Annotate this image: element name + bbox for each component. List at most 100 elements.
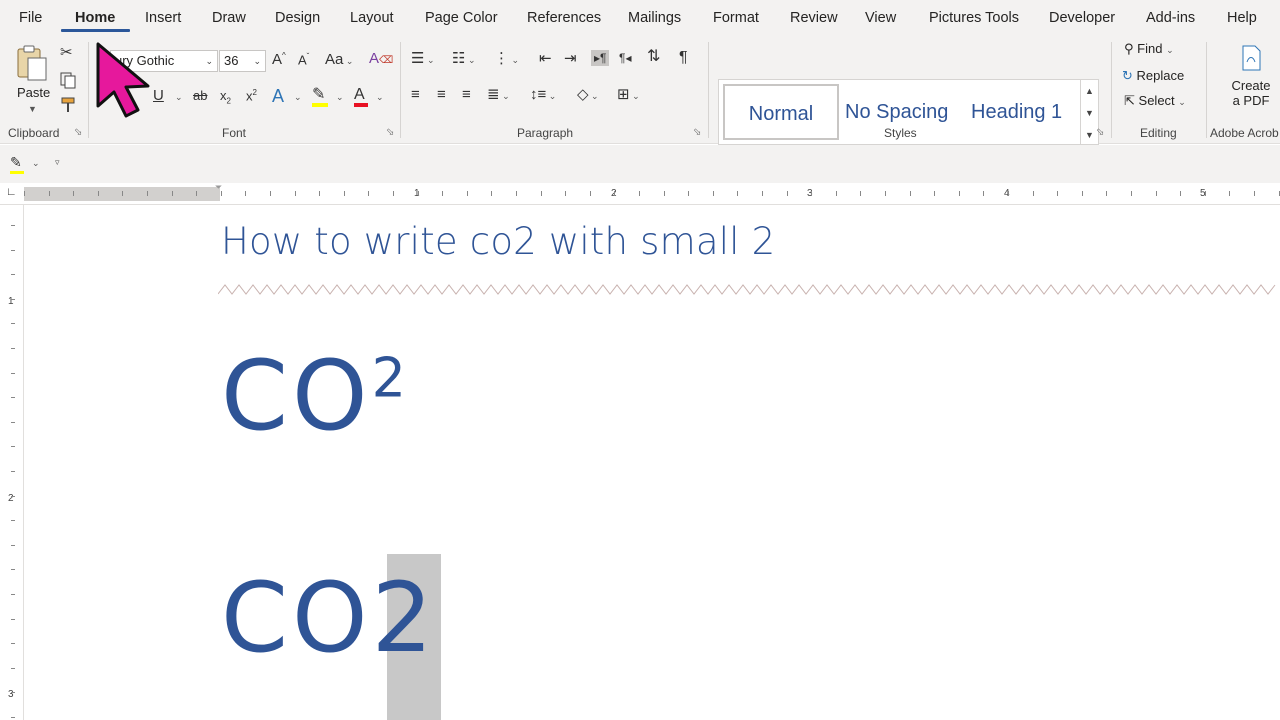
style-heading-1[interactable]: Heading 1 [971,84,1081,140]
superscript-icon[interactable]: x2 [246,89,257,103]
co2-plain-line[interactable]: CO2 [221,570,437,666]
ruler-tick [295,191,296,196]
ruler-tick [860,191,861,196]
co2-superscript-line[interactable]: CO2 [221,348,406,444]
increase-indent-icon[interactable]: ⇥ [564,51,577,66]
show-formatting-icon[interactable]: ¶ [679,50,688,66]
vertical-ruler: 1 2 3 [0,205,24,720]
ruler-tick [541,191,542,196]
ruler-number: 2 [8,493,14,504]
font-size-combo[interactable]: 36 ⌄ [219,50,266,72]
divider [1111,42,1112,138]
chevron-down-icon[interactable]: ⌄ [376,93,384,102]
tab-design[interactable]: Design [275,10,320,26]
style-normal[interactable]: Normal [723,84,839,140]
dialog-launcher-icon[interactable]: ⬂ [74,127,82,138]
copy-icon[interactable] [59,71,77,89]
chevron-down-icon[interactable]: ⌄ [336,93,344,102]
pdf-icon [1242,45,1261,71]
ruler-tick [11,397,15,398]
ruler-tick [934,191,935,196]
cut-icon[interactable]: ✂ [60,45,73,60]
ruler-tick [664,191,665,196]
shading-icon[interactable]: ◇ ⌄ [577,87,599,102]
tab-references[interactable]: References [527,10,601,26]
chevron-down-icon[interactable]: ⌄ [32,159,40,168]
ruler-tick [11,373,15,374]
tab-view[interactable]: View [865,10,896,26]
ruler-tick [270,191,271,196]
paste-button[interactable]: Paste ▼ [12,42,52,114]
tab-file[interactable]: File [19,10,42,26]
align-right-icon[interactable]: ≡ [462,87,471,102]
ruler-tick [811,191,812,196]
format-painter-icon[interactable] [59,96,77,114]
strikethrough-icon[interactable]: ab [193,89,207,102]
font-color-icon[interactable]: A [354,87,368,107]
tab-add-ins[interactable]: Add-ins [1146,10,1195,26]
ruler-tick [344,191,345,196]
create-pdf-button[interactable]: Create a PDF [1226,44,1276,120]
select-button[interactable]: ⇱ Select ⌄ [1124,93,1186,109]
borders-icon[interactable]: ⊞ ⌄ [617,87,640,102]
tab-selector-icon[interactable]: ∟ [6,187,17,198]
ruler-text-area [220,187,1280,201]
document-page[interactable]: How to write co2 with small 2 CO2 CO2 [25,206,1280,720]
change-case-button[interactable]: Aa ⌄ [325,52,353,67]
find-button[interactable]: ⚲ Find ⌄ [1124,41,1174,57]
tab-format[interactable]: Format [713,10,759,26]
grow-font-icon[interactable]: A^ [272,52,286,68]
tab-mailings[interactable]: Mailings [628,10,681,26]
ruler-tick [762,191,763,196]
dialog-launcher-icon[interactable]: ⬂ [693,127,701,138]
ruler-tick [11,471,15,472]
subscript-icon[interactable]: x2 [220,89,231,106]
replace-button[interactable]: ↻ Replace [1122,68,1184,84]
font-group-label: Font [222,126,247,140]
dialog-launcher-icon[interactable]: ⬂ [1096,127,1104,138]
sort-icon[interactable]: ⇅ [647,49,660,65]
styles-scroll-down[interactable]: ▼ [1080,102,1098,124]
numbering-icon[interactable]: ☷ ⌄ [452,51,476,66]
align-left-icon[interactable]: ≡ [411,87,420,102]
text-effects-icon[interactable]: A [272,87,284,105]
tab-help[interactable]: Help [1227,10,1257,26]
rtl-icon[interactable]: ¶◂ [619,52,631,64]
justify-icon[interactable]: ≣ ⌄ [487,87,510,102]
customize-toolbar-icon[interactable]: ▿ [55,158,60,167]
ruler-number: 1 [8,296,14,307]
styles-group-label: Styles [884,126,917,140]
chevron-down-icon[interactable]: ⌄ [294,93,302,102]
highlighter-pen-icon[interactable]: ✎ [10,155,24,174]
ruler-tick [688,191,689,196]
replace-icon: ↻ [1122,68,1133,83]
tab-layout[interactable]: Layout [350,10,394,26]
tab-page-color[interactable]: Page Color [425,10,498,26]
ruler-tick [983,191,984,196]
mouse-cursor-icon [96,42,150,118]
tab-home[interactable]: Home [75,10,115,26]
decrease-indent-icon[interactable]: ⇤ [539,51,552,66]
dialog-launcher-icon[interactable]: ⬂ [386,127,394,138]
highlight-icon[interactable]: ✎ [312,87,328,107]
ltr-icon[interactable]: ▸¶ [591,50,610,66]
styles-scroll-up[interactable]: ▲ [1080,80,1098,102]
clear-formatting-icon[interactable]: A⌫ [369,51,393,66]
horizontal-ruler[interactable]: ∟ 1 2 3 4 5 ⏷ [0,183,1280,205]
ruler-tick [565,191,566,196]
bullets-icon[interactable]: ☰ ⌄ [411,51,435,66]
tab-pictures-tools[interactable]: Pictures Tools [929,10,1019,26]
tab-developer[interactable]: Developer [1049,10,1115,26]
tab-insert[interactable]: Insert [145,10,181,26]
chevron-down-icon: ▼ [28,104,37,114]
tab-draw[interactable]: Draw [212,10,246,26]
shrink-font-icon[interactable]: Aˇ [298,53,309,67]
paste-label: Paste [17,85,51,100]
line-spacing-icon[interactable]: ↕≡ ⌄ [530,87,556,102]
align-center-icon[interactable]: ≡ [437,87,446,102]
multilevel-list-icon[interactable]: ⋮ ⌄ [494,51,519,66]
tab-review[interactable]: Review [790,10,838,26]
chevron-down-icon[interactable]: ⌄ [175,93,183,102]
document-title[interactable]: How to write co2 with small 2 [221,220,775,263]
ruler-tick [49,191,50,196]
